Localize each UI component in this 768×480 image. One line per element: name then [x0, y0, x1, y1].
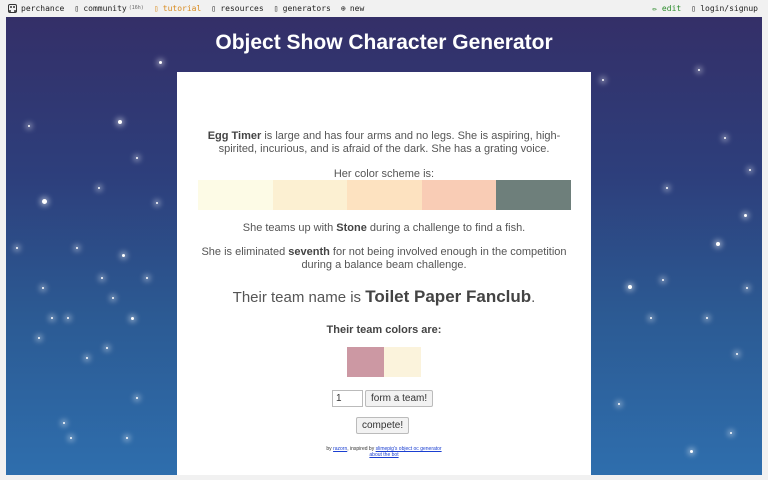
credits-footer: by razorn, inspired by slimepig's object… [177, 446, 591, 458]
star-dot [42, 287, 44, 289]
star-dot [666, 187, 668, 189]
star-dot [730, 432, 732, 434]
team-count-input[interactable] [332, 390, 363, 407]
nav-generators[interactable]: ▯ generators [273, 4, 331, 13]
star-dot [706, 317, 708, 319]
team-swatch [384, 347, 421, 377]
star-dot [63, 422, 65, 424]
teammate-name: Stone [336, 222, 367, 234]
star-dot [744, 214, 747, 217]
star-dot [698, 69, 700, 71]
star-dot [101, 277, 103, 279]
nav-community-label: community [83, 3, 127, 13]
elim-before: She is eliminated [201, 246, 289, 258]
nav-new-label: new [349, 3, 365, 13]
team-name-suffix: . [531, 289, 536, 306]
nav-home[interactable]: perchance [8, 3, 65, 13]
nav-community[interactable]: ▯ community (16h) [73, 4, 143, 13]
gear-icon: ▯ [273, 3, 279, 13]
nav-tutorial-label: tutorial [162, 3, 202, 13]
author-link[interactable]: razorn [333, 446, 347, 452]
star-dot [28, 125, 30, 127]
result-card: Egg Timer is large and has four arms and… [177, 72, 591, 475]
teammate-sentence: She teams up with Stone during a challen… [197, 222, 571, 235]
star-dot [106, 347, 108, 349]
elimination-sentence: She is eliminated seventh for not being … [197, 246, 571, 272]
star-dot [126, 437, 128, 439]
star-dot [42, 199, 47, 204]
top-nav-bar: perchance ▯ community (16h) ▯ tutorial ▯… [0, 0, 768, 16]
team-name: Toilet Paper Fanclub [365, 287, 532, 306]
people-icon: ▯ [74, 3, 80, 13]
team-swatch [347, 347, 384, 377]
star-dot [98, 187, 100, 189]
star-dot [746, 287, 748, 289]
teams-after: during a challenge to find a fish. [366, 222, 526, 234]
nav-community-count: (16h) [128, 5, 144, 11]
star-dot [51, 317, 53, 319]
star-dot [38, 337, 40, 339]
compete-button[interactable]: compete! [356, 417, 410, 434]
scheme-swatch [347, 180, 422, 210]
star-dot [146, 277, 148, 279]
star-dot [118, 120, 122, 124]
star-dot [628, 285, 632, 289]
star-dot [159, 61, 162, 64]
star-dot [86, 357, 88, 359]
nav-new[interactable]: ⊕ new [340, 4, 364, 13]
starry-background: Object Show Character Generator Egg Time… [6, 17, 762, 475]
scheme-swatch [496, 180, 571, 210]
elim-place: seventh [288, 246, 330, 258]
star-dot [122, 254, 125, 257]
scheme-swatch [198, 180, 273, 210]
team-name-prefix: Their team name is [232, 289, 366, 306]
character-description: Egg Timer is large and has four arms and… [197, 130, 571, 156]
star-dot [724, 137, 726, 139]
character-traits: is large and has four arms and no legs. … [218, 130, 561, 155]
team-color-swatches [347, 347, 421, 377]
star-dot [67, 317, 69, 319]
star-dot [136, 397, 138, 399]
color-scheme-swatches [198, 180, 571, 210]
about-bot-link[interactable]: about the bot [369, 452, 398, 458]
star-dot [70, 437, 72, 439]
page-title: Object Show Character Generator [215, 31, 553, 54]
star-dot [716, 242, 720, 246]
star-dot [136, 157, 138, 159]
nav-brand-label: perchance [21, 3, 65, 13]
dice-icon [8, 3, 17, 13]
star-dot [76, 247, 78, 249]
star-dot [16, 247, 18, 249]
team-name-line: Their team name is Toilet Paper Fanclub. [177, 288, 591, 307]
star-dot [131, 317, 134, 320]
nav-login-label: login/signup [700, 3, 758, 13]
star-dot [736, 353, 738, 355]
elim-after: for not being involved enough in the com… [301, 246, 567, 271]
scheme-swatch [272, 180, 348, 210]
star-dot [156, 202, 158, 204]
star-dot [618, 403, 620, 405]
star-dot [112, 297, 114, 299]
folder-icon: ▯ [211, 3, 217, 13]
nav-resources[interactable]: ▯ resources [210, 4, 263, 13]
book-icon: ▯ [153, 3, 159, 13]
edit-link[interactable]: ✏ edit [652, 4, 681, 13]
form-team-row: form a team! [332, 390, 434, 407]
form-team-button[interactable]: form a team! [365, 390, 434, 407]
nav-generators-label: generators [282, 3, 331, 13]
team-colors-label: Their team colors are: [326, 324, 442, 336]
star-dot [690, 450, 693, 453]
nav-resources-label: resources [220, 3, 264, 13]
nav-tutorial[interactable]: ▯ tutorial [153, 3, 202, 13]
character-name: Egg Timer [207, 130, 262, 142]
star-dot [650, 317, 652, 319]
scheme-swatch [421, 180, 497, 210]
nav-login[interactable]: ▯ login/signup [690, 4, 758, 13]
star-dot [749, 169, 751, 171]
plus-circle-icon: ⊕ [340, 3, 346, 13]
star-dot [662, 279, 664, 281]
star-dot [602, 79, 604, 81]
teams-before: She teams up with [242, 222, 337, 234]
user-icon: ▯ [691, 3, 697, 13]
